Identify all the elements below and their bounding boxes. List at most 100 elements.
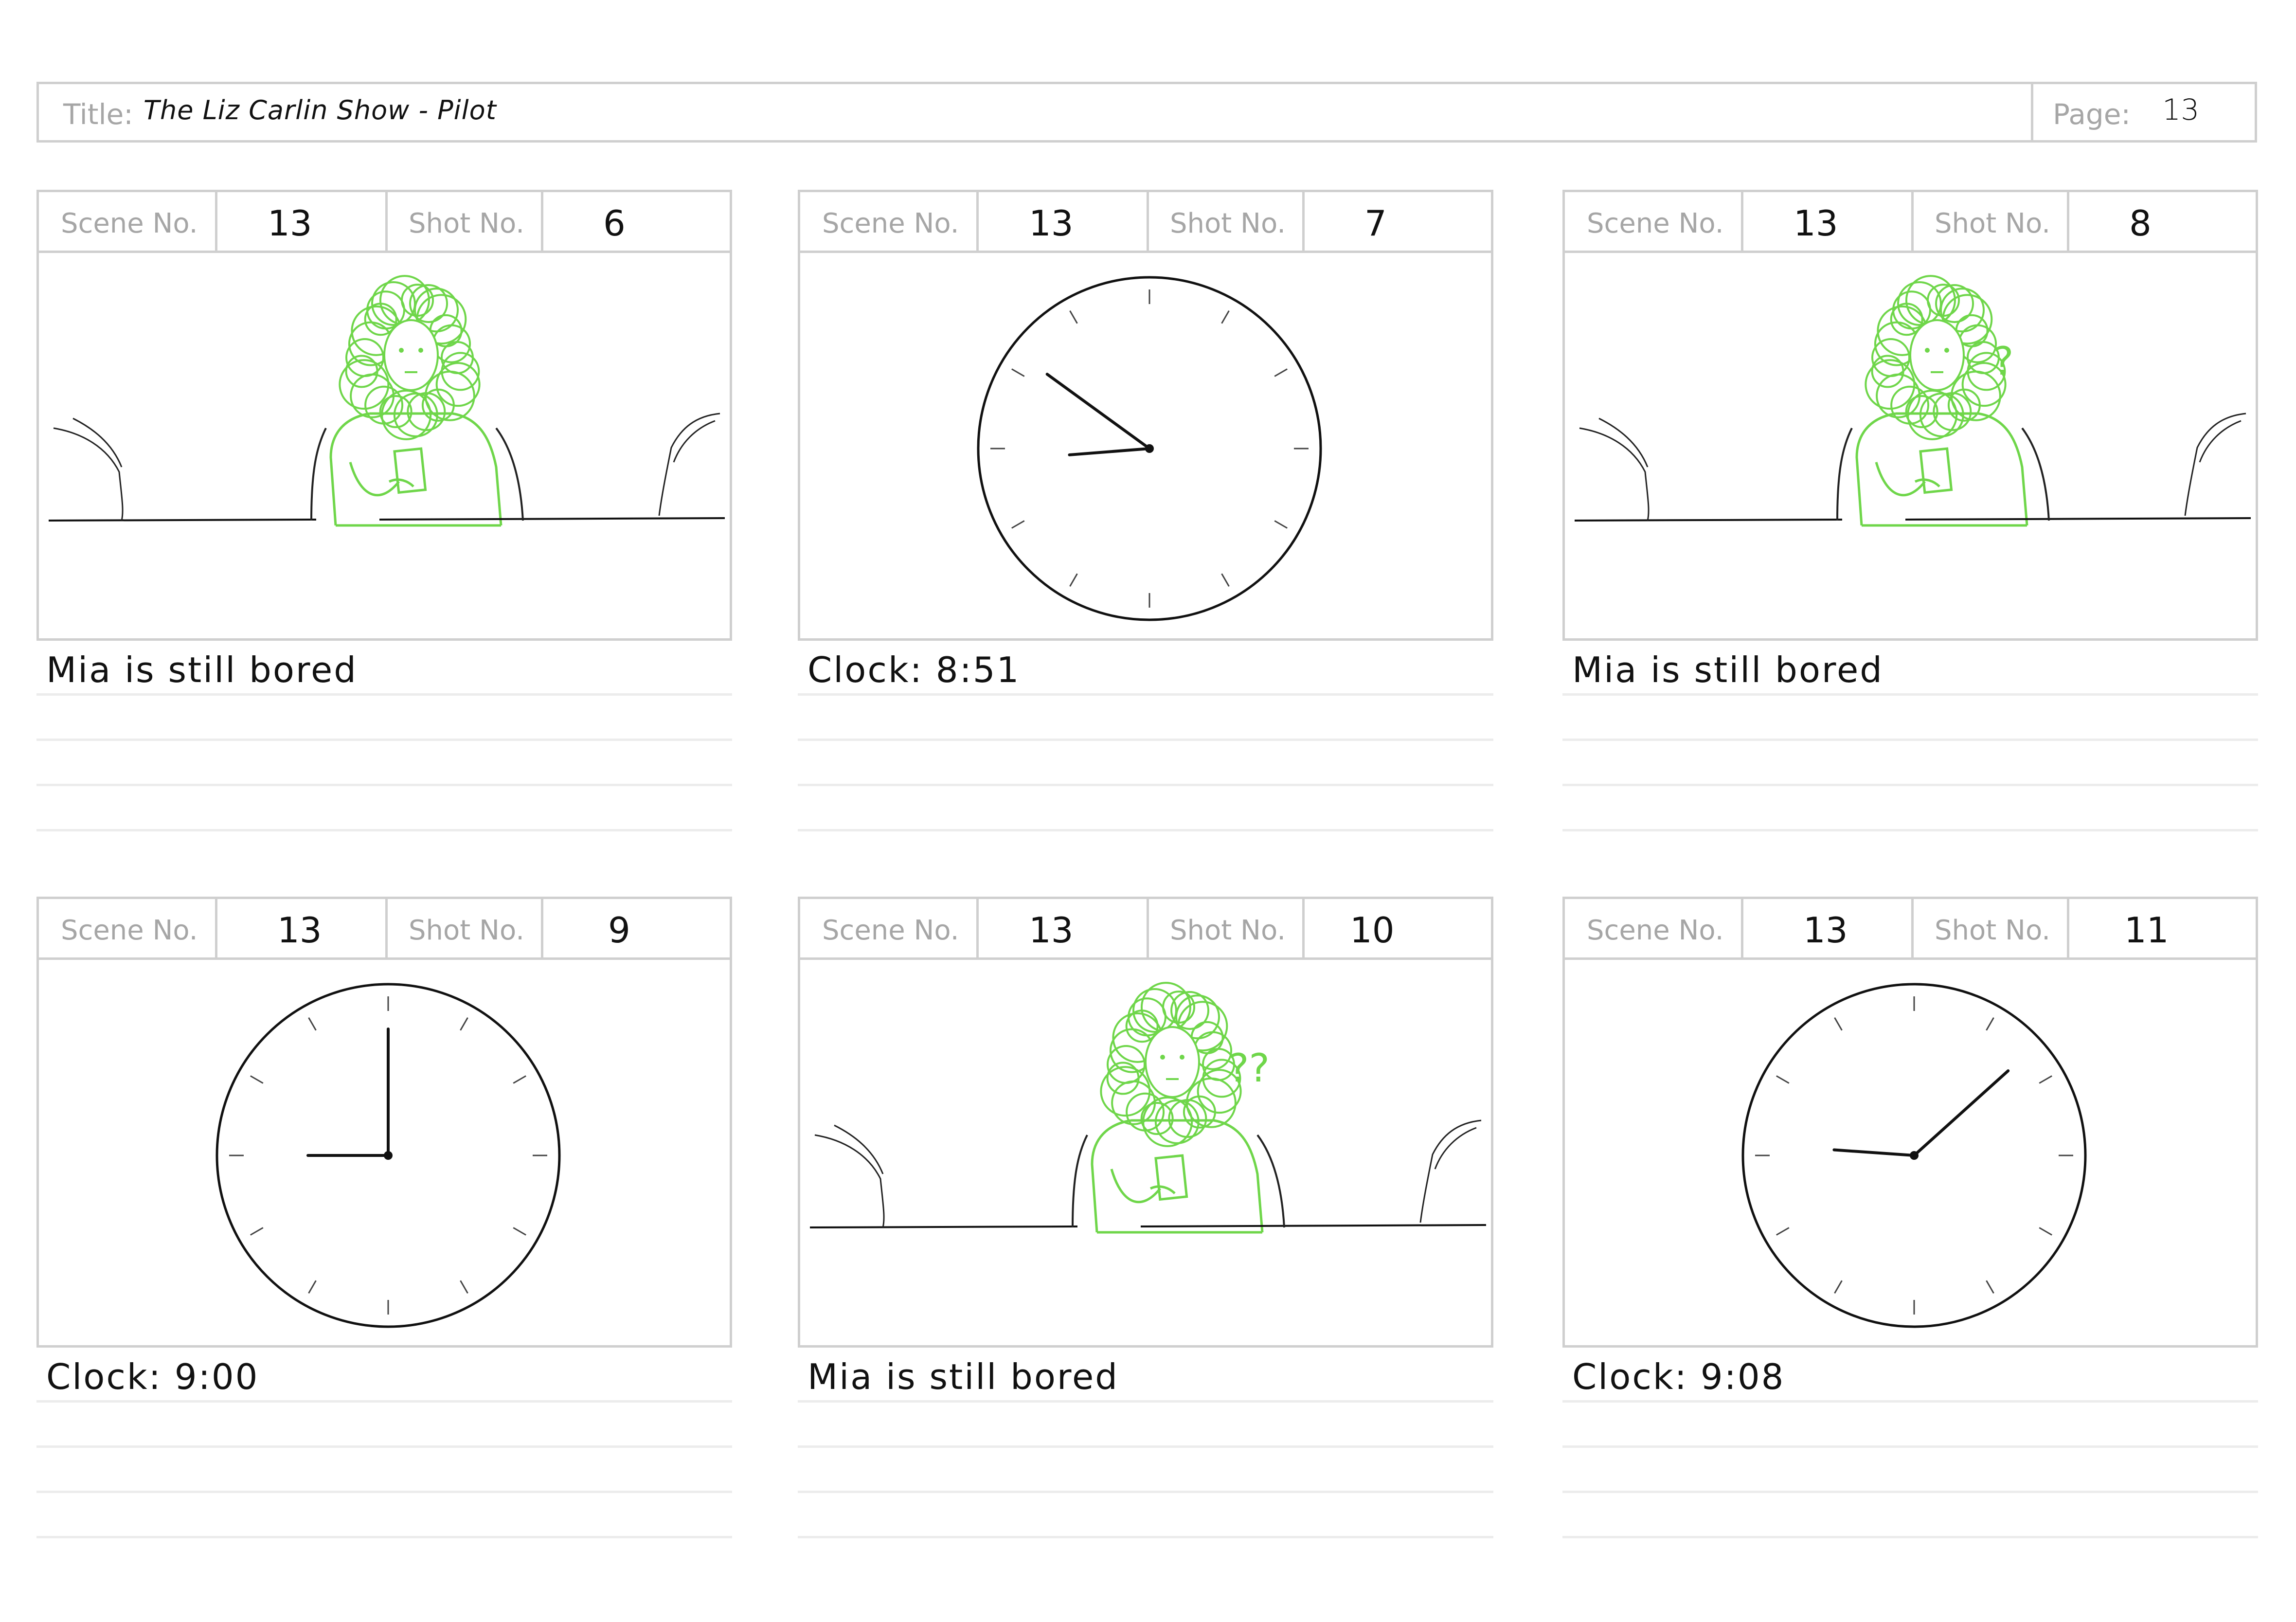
clock-sketch: [1741, 983, 2087, 1328]
shot-number: 6: [603, 203, 626, 244]
panel-caption: Clock: 9:08: [1572, 1356, 1785, 1397]
clock-tick: [1069, 310, 1078, 324]
mia-sketch: [48, 275, 725, 527]
clock-sketch: [215, 983, 561, 1328]
page-label: Page:: [2053, 98, 2131, 131]
shot-number: 9: [608, 910, 630, 951]
chair-right: [2184, 413, 2246, 516]
clock-tick: [2039, 1075, 2052, 1084]
panel-meta: Scene No. 13 Shot No. 8: [1562, 190, 2258, 253]
mia-figure: [1091, 982, 1264, 1234]
panel-meta: Scene No. 13 Shot No. 10: [798, 897, 1493, 960]
clock-center: [1145, 444, 1154, 453]
title-label: Title:: [63, 98, 133, 131]
panel-caption: Clock: 9:00: [46, 1356, 259, 1397]
chair-back: [310, 427, 524, 521]
panel-meta: Scene No. 13 Shot No. 7: [798, 190, 1493, 253]
table-line: [1574, 517, 2251, 522]
title-value: The Liz Carlin Show - Pilot: [144, 95, 497, 126]
caption-lines: [798, 693, 1493, 874]
confused-marks: ?: [1993, 339, 2013, 384]
clock-tick: [1221, 310, 1230, 324]
scene-label: Scene No.: [1587, 915, 1724, 946]
scene-label: Scene No.: [61, 915, 198, 946]
chair-back: [1836, 427, 2050, 521]
panel-frame: [36, 251, 732, 641]
panel-caption: Clock: 8:51: [807, 649, 1021, 690]
panel-meta: Scene No. 13 Shot No. 9: [36, 897, 732, 960]
panel-caption: Mia is still bored: [1572, 649, 1883, 690]
shot-number: 10: [1350, 910, 1395, 951]
panel-frame: ?: [1562, 251, 2258, 641]
panel-meta: Scene No. 13 Shot No. 11: [1562, 897, 2258, 960]
clock-tick: [1834, 1280, 1843, 1294]
panel-caption: Mia is still bored: [807, 1356, 1119, 1397]
page-value: 13: [2162, 93, 2200, 127]
caption-lines: [36, 693, 732, 874]
mia-sketch: ?: [1574, 275, 2251, 527]
chair-left: [53, 417, 124, 521]
panel-meta: Scene No. 13 Shot No. 6: [36, 190, 732, 253]
clock-tick: [1011, 520, 1025, 529]
mia-figure: [1855, 275, 2028, 527]
mia-sketch: ??: [809, 982, 1487, 1234]
shot-label: Shot No.: [409, 915, 525, 946]
panel-frame: [798, 251, 1493, 641]
scene-number: 13: [1794, 203, 1838, 244]
shot-label: Shot No.: [1935, 208, 2051, 239]
clock-tick: [1834, 1017, 1843, 1031]
clock-tick: [513, 1227, 526, 1236]
caption-lines: [1562, 1400, 2258, 1581]
table-line: [809, 1224, 1487, 1228]
minute-hand: [1913, 1069, 2010, 1157]
scene-number: 13: [1029, 910, 1074, 951]
shot-number: 8: [2129, 203, 2152, 244]
minute-hand: [1045, 373, 1151, 450]
chair-right: [658, 413, 720, 516]
panel-frame: [1562, 957, 2258, 1348]
chair-left: [814, 1124, 885, 1228]
hour-hand: [1068, 447, 1151, 456]
shot-number: 7: [1364, 203, 1387, 244]
shot-label: Shot No.: [409, 208, 525, 239]
table-line: [48, 517, 725, 522]
mia-figure: [329, 275, 502, 527]
chair-right: [1419, 1119, 1482, 1223]
clock-tick: [250, 1227, 264, 1236]
panel-frame: [36, 957, 732, 1348]
clock-tick: [1776, 1075, 1790, 1084]
chair-left: [1579, 417, 1650, 521]
clock-tick: [308, 1280, 317, 1294]
clock-tick: [1986, 1280, 1994, 1294]
caption-lines: [798, 1400, 1493, 1581]
storyboard-header: Title: The Liz Carlin Show - Pilot Page:…: [36, 82, 2257, 143]
scene-number: 13: [1029, 203, 1074, 244]
confused-marks: ??: [1228, 1045, 1270, 1091]
clock-tick: [1011, 368, 1025, 377]
scene-label: Scene No.: [1587, 208, 1724, 239]
clock-tick: [1274, 520, 1288, 529]
scene-label: Scene No.: [822, 915, 959, 946]
caption-lines: [36, 1400, 732, 1581]
clock-tick: [1776, 1227, 1790, 1236]
shot-label: Shot No.: [1170, 208, 1286, 239]
chair-back: [1072, 1134, 1285, 1228]
clock-tick: [2039, 1227, 2052, 1236]
clock-sketch: [977, 276, 1322, 621]
clock-center: [1910, 1151, 1919, 1160]
hour-hand: [1832, 1148, 1916, 1157]
caption-lines: [1562, 693, 2258, 874]
clock-tick: [308, 1017, 317, 1031]
shot-label: Shot No.: [1935, 915, 2051, 946]
clock-tick: [250, 1075, 264, 1084]
scene-number: 13: [268, 203, 312, 244]
scene-label: Scene No.: [61, 208, 198, 239]
panel-frame: ??: [798, 957, 1493, 1348]
clock-tick: [513, 1075, 526, 1084]
clock-tick: [460, 1280, 468, 1294]
clock-tick: [460, 1017, 468, 1031]
scene-number: 13: [1803, 910, 1848, 951]
scene-number: 13: [277, 910, 322, 951]
clock-tick: [1221, 573, 1230, 587]
panel-caption: Mia is still bored: [46, 649, 358, 690]
